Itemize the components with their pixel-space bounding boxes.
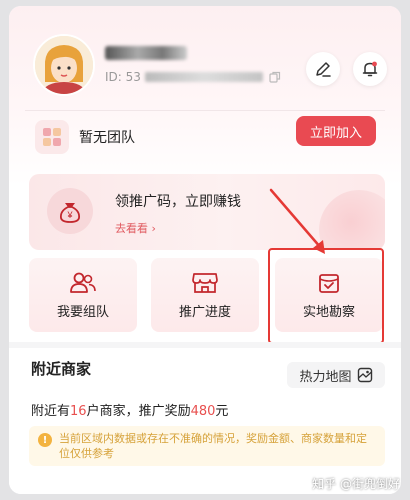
merchant-count: 16 [70,404,87,419]
promo-title: 领推广码，立即赚钱 [115,194,241,210]
profile-divider [25,110,385,111]
tile-group-team[interactable]: 我要组队 [29,258,137,332]
bell-icon [362,61,378,77]
svg-text:¥: ¥ [66,210,73,220]
notice-text: 当前区域内数据或存在不准确的情况，奖励金额、商家数量和定位仅供参考 [59,432,367,460]
join-team-button[interactable]: 立即加入 [296,116,376,146]
user-id-prefix: ID: 53 [105,70,141,84]
count-prefix: 附近有 [31,404,71,419]
profile-header [9,6,401,186]
reward-unit: 元 [215,404,229,419]
store-icon [192,272,218,293]
reward-amount: 480 [190,404,216,419]
nearby-summary: 附近有16户商家，推广奖励480元 [31,400,228,419]
heat-map-button[interactable]: 热力地图 [287,362,385,388]
cartoon-girl-avatar-icon [35,36,93,94]
watermark: 知乎 @街兜倒好 [312,477,400,491]
tile-promotion-progress[interactable]: 推广进度 [151,258,259,332]
edit-pen-icon [316,62,331,77]
username-redacted [105,46,187,60]
heat-map-label: 热力地图 [299,369,352,385]
annotation-arrow [269,188,325,254]
avatar[interactable] [33,34,95,96]
user-id-redacted [144,72,263,82]
group-icon [70,272,96,293]
promo-link[interactable]: 去看看 › [115,220,156,236]
data-notice: ! 当前区域内数据或存在不准确的情况，奖励金额、商家数量和定位仅供参考 [29,426,385,466]
map-icon [357,367,372,383]
team-status: 暂无团队 [79,130,135,146]
money-bag-icon: ¥ [47,188,93,234]
team-icon [35,120,69,154]
count-middle: 户商家，推广奖励 [86,404,191,419]
user-id: ID: 53 [105,70,281,84]
tile-label: 推广进度 [178,304,231,320]
edit-button[interactable] [306,52,340,86]
tile-label: 我要组队 [56,304,109,320]
highlight-box [268,248,384,344]
nearby-title: 附近商家 [31,360,92,378]
copy-icon[interactable] [269,71,281,83]
warning-icon: ! [38,433,52,447]
home-panel: ID: 53 暂无团队 立即加入 ¥ 领推广码，立即赚钱 去看看 › 我要组队 … [9,6,401,494]
notification-button[interactable] [353,52,387,86]
